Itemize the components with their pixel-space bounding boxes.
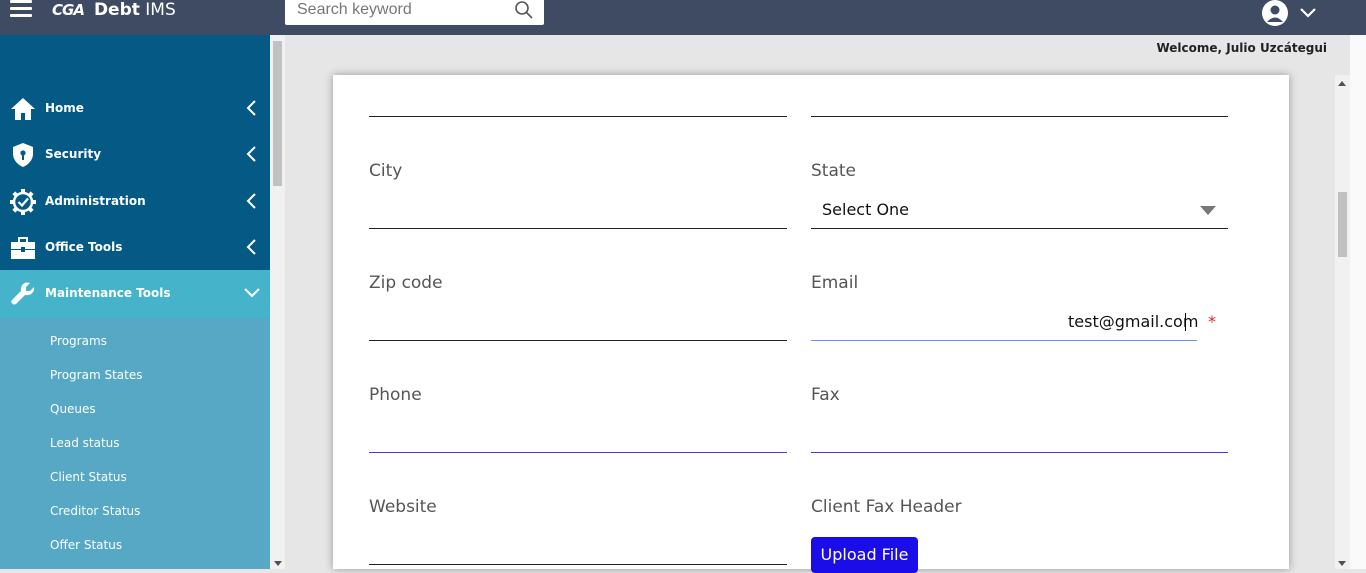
shield-icon bbox=[13, 143, 33, 167]
website-field[interactable] bbox=[369, 564, 787, 565]
fax-label: Fax bbox=[811, 385, 840, 405]
maintenance-submenu: Programs Program States Queues Lead stat… bbox=[0, 318, 270, 569]
chevron-left-icon bbox=[246, 239, 256, 255]
client-fax-header-label: Client Fax Header bbox=[811, 497, 962, 517]
state-label: State bbox=[811, 161, 856, 181]
submenu-item-programs[interactable]: Programs bbox=[50, 334, 107, 348]
sidebar-item-home[interactable]: Home bbox=[0, 85, 270, 131]
search-icon[interactable] bbox=[514, 0, 534, 20]
main-scroll-thumb[interactable] bbox=[1338, 192, 1347, 257]
menu-icon[interactable] bbox=[10, 0, 32, 22]
sidebar-item-label: Security bbox=[45, 147, 102, 161]
chevron-down-icon bbox=[244, 288, 260, 298]
toolbox-icon bbox=[11, 237, 35, 259]
main-scrollbar[interactable] bbox=[1335, 75, 1350, 569]
sidebar-item-maintenance-tools[interactable]: Maintenance Tools bbox=[0, 270, 270, 318]
required-indicator: * bbox=[1208, 312, 1216, 331]
city-label: City bbox=[369, 161, 403, 181]
email-field[interactable]: test@gmail.com bbox=[1068, 312, 1198, 332]
app-name: Debt IMS bbox=[94, 0, 176, 20]
state-field-underline bbox=[811, 228, 1228, 229]
submenu-item-creditor-status[interactable]: Creditor Status bbox=[50, 504, 140, 518]
logo-mark: CGA bbox=[52, 1, 85, 19]
dropdown-arrow-icon[interactable] bbox=[1200, 206, 1216, 215]
sidebar-scrollbar[interactable] bbox=[270, 35, 285, 569]
website-label: Website bbox=[369, 497, 437, 517]
zip-code-label: Zip code bbox=[369, 273, 443, 293]
submenu-item-program-states[interactable]: Program States bbox=[50, 368, 142, 382]
top-bar: CGA Debt IMS bbox=[0, 0, 1366, 35]
wrench-icon bbox=[11, 282, 35, 305]
sidebar-scroll-thumb[interactable] bbox=[273, 41, 282, 186]
field-underline[interactable] bbox=[811, 116, 1228, 117]
chevron-left-icon bbox=[246, 100, 256, 116]
sidebar-item-label: Home bbox=[45, 101, 84, 115]
app-name-rest: IMS bbox=[139, 0, 176, 20]
sidebar-item-label: Office Tools bbox=[45, 240, 123, 254]
sidebar-item-label: Administration bbox=[45, 194, 146, 208]
scroll-up-arrow-icon[interactable] bbox=[1338, 81, 1346, 86]
email-field-underline bbox=[811, 340, 1197, 341]
upload-file-button[interactable]: Upload File bbox=[811, 537, 918, 573]
user-menu[interactable] bbox=[1259, 0, 1321, 28]
page-scrollbar[interactable] bbox=[1350, 35, 1366, 569]
phone-label: Phone bbox=[369, 385, 422, 405]
fax-field[interactable] bbox=[811, 452, 1228, 453]
scroll-down-arrow-icon[interactable] bbox=[1338, 561, 1346, 566]
welcome-text: Welcome, Julio Uzcátegui bbox=[1156, 41, 1327, 55]
sidebar-item-office-tools[interactable]: Office Tools bbox=[0, 224, 270, 270]
email-label: Email bbox=[811, 273, 859, 293]
submenu-item-queues[interactable]: Queues bbox=[50, 402, 96, 416]
user-avatar-icon bbox=[1262, 0, 1288, 26]
scroll-down-arrow-icon[interactable] bbox=[274, 561, 282, 566]
search-input[interactable] bbox=[297, 0, 497, 20]
text-caret bbox=[1185, 313, 1186, 331]
submenu-item-client-status[interactable]: Client Status bbox=[50, 470, 127, 484]
sidebar-item-administration[interactable]: Administration bbox=[0, 178, 270, 224]
welcome-bar: Welcome, Julio Uzcátegui bbox=[285, 35, 1350, 75]
app-logo[interactable]: CGA Debt IMS bbox=[52, 0, 176, 20]
app-name-bold: Debt bbox=[93, 0, 140, 20]
search-box bbox=[285, 0, 544, 25]
zip-code-field[interactable] bbox=[369, 340, 787, 341]
phone-field[interactable] bbox=[369, 452, 787, 453]
submenu-item-offer-status[interactable]: Offer Status bbox=[50, 538, 122, 552]
sidebar-item-security[interactable]: Security bbox=[0, 131, 270, 177]
submenu-item-lead-status[interactable]: Lead status bbox=[50, 436, 120, 450]
gear-check-icon bbox=[10, 189, 36, 215]
city-field[interactable] bbox=[369, 228, 787, 229]
chevron-left-icon bbox=[246, 146, 256, 162]
home-icon bbox=[11, 98, 35, 120]
sidebar-item-label: Maintenance Tools bbox=[45, 286, 171, 300]
chevron-down-icon bbox=[1300, 8, 1316, 18]
sidebar: Home Security Administration Office Tool… bbox=[0, 35, 270, 569]
chevron-left-icon bbox=[246, 193, 256, 209]
field-underline[interactable] bbox=[369, 116, 787, 117]
state-select[interactable]: Select One bbox=[822, 200, 909, 220]
